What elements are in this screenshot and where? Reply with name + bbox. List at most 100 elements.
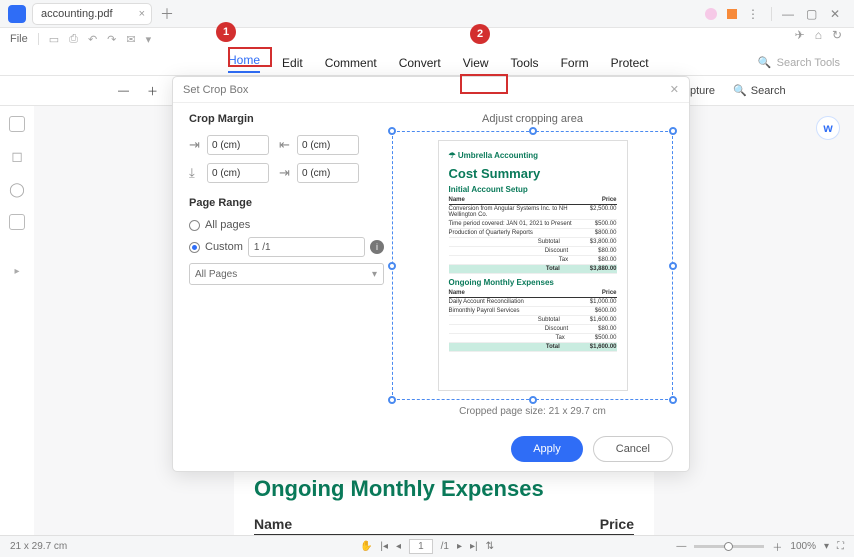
app-icon [8, 5, 26, 23]
maximize-button[interactable]: ▢ [806, 7, 820, 21]
dialog-title: Set Crop Box [183, 84, 248, 96]
margin-right-input[interactable]: 0 (cm) [297, 163, 359, 183]
pages-select[interactable]: All Pages [189, 263, 384, 285]
expand-sidebar-icon[interactable]: ▸ [14, 266, 19, 277]
custom-range-input[interactable]: 1 /1 [248, 237, 365, 257]
page-dims: 21 x 29.7 cm [10, 541, 67, 552]
margin-left-icon: ⇤ [279, 137, 293, 153]
menu-edit[interactable]: Edit [282, 56, 303, 70]
word-float-icon[interactable]: w [816, 116, 840, 140]
col-name: Name [254, 516, 292, 532]
menu-convert[interactable]: Convert [399, 56, 441, 70]
page-range-heading: Page Range [189, 197, 384, 209]
close-window-button[interactable]: ✕ [830, 7, 844, 21]
margin-bottom-icon: ⤓ [189, 165, 203, 181]
quick-access-bar: File ▭ ⎙ ↶ ↷ ✉ ▾ [0, 28, 854, 50]
crop-handle-tr[interactable] [669, 127, 677, 135]
scroll-mode-icon[interactable]: ⇅ [486, 541, 494, 552]
next-page-icon[interactable]: ▸ [457, 541, 462, 552]
crop-handle-mr[interactable] [669, 262, 677, 270]
redo-icon[interactable]: ↷ [107, 33, 116, 46]
file-menu[interactable]: File [10, 33, 28, 45]
left-sidebar: ◻ ◯ ▸ [0, 106, 34, 230]
crop-handle-bl[interactable] [388, 396, 396, 404]
comment-panel-icon[interactable]: ◯ [9, 181, 25, 198]
apply-button[interactable]: Apply [511, 436, 583, 462]
menu-tools[interactable]: Tools [511, 56, 539, 70]
preview-sec1: Initial Account Setup [449, 185, 617, 194]
notification-icon[interactable] [727, 9, 737, 19]
last-page-icon[interactable]: ▸| [470, 541, 478, 552]
menu-comment[interactable]: Comment [325, 56, 377, 70]
crop-handle-ml[interactable] [388, 262, 396, 270]
titlebar: accounting.pdf × ＋ ⋮ — ▢ ✕ [0, 0, 854, 28]
radio-custom[interactable]: Custom 1 /1 i [189, 237, 384, 257]
menu-view[interactable]: View [463, 56, 489, 70]
page-number-input[interactable]: 1 [409, 539, 433, 554]
crop-handle-tm[interactable] [529, 127, 537, 135]
crop-handle-bm[interactable] [529, 396, 537, 404]
crop-margin-heading: Crop Margin [189, 113, 384, 125]
dropdown-icon[interactable]: ▾ [146, 33, 152, 46]
preview-page: ☂ Umbrella Accounting Cost Summary Initi… [438, 140, 628, 391]
page-total: /1 [441, 541, 449, 552]
menu-bar: Home Edit Comment Convert View Tools For… [0, 50, 854, 76]
cropped-size-label: Cropped page size: 21 x 29.7 cm [392, 406, 673, 417]
tab-filename: accounting.pdf [41, 8, 113, 20]
zoom-value: 100% [790, 541, 816, 552]
zoom-dropdown-icon[interactable]: ▾ [824, 541, 829, 552]
minimize-button[interactable]: — [782, 7, 796, 21]
cancel-button[interactable]: Cancel [593, 436, 673, 462]
dialog-close-button[interactable]: ✕ [670, 83, 679, 96]
margin-bottom-input[interactable]: 0 (cm) [207, 163, 269, 183]
zoom-out-button[interactable]: — [114, 83, 133, 99]
prev-page-icon[interactable]: ◂ [396, 541, 401, 552]
adjust-area-label: Adjust cropping area [392, 113, 673, 125]
crop-frame[interactable]: ☂ Umbrella Accounting Cost Summary Initi… [392, 131, 673, 400]
info-icon[interactable]: i [370, 240, 384, 254]
zoom-out-status[interactable]: — [676, 541, 686, 552]
crop-handle-br[interactable] [669, 396, 677, 404]
attachments-icon[interactable] [9, 214, 25, 230]
preview-sec2: Ongoing Monthly Expenses [449, 278, 617, 287]
status-bar: 21 x 29.7 cm ✋ |◂ ◂ 1 /1 ▸ ▸| ⇅ — ＋ 100%… [0, 535, 854, 557]
margin-top-icon: ⇥ [189, 137, 203, 153]
margin-top-input[interactable]: 0 (cm) [207, 135, 269, 155]
hand-nav-icon[interactable]: ✋ [360, 541, 372, 552]
save-icon[interactable]: ▭ [49, 33, 59, 46]
thumbnails-icon[interactable] [9, 116, 25, 132]
bookmark-icon[interactable]: ◻ [11, 148, 23, 165]
undo-icon[interactable]: ↶ [88, 33, 97, 46]
radio-all-pages[interactable]: All pages [189, 219, 384, 231]
margin-right-icon: ⇥ [279, 165, 293, 181]
first-page-icon[interactable]: |◂ [380, 541, 388, 552]
search-tools[interactable]: 🔍 Search Tools [758, 56, 840, 69]
sync-icon[interactable]: ↻ [832, 28, 842, 42]
search-button[interactable]: 🔍 Search [729, 82, 790, 99]
profile-icon[interactable] [705, 8, 717, 20]
zoom-in-button[interactable]: ＋ [143, 81, 162, 101]
send-icon[interactable]: ✈ [795, 28, 805, 42]
preview-title: Cost Summary [449, 166, 617, 181]
col-price: Price [600, 516, 634, 532]
margin-left-input[interactable]: 0 (cm) [297, 135, 359, 155]
menu-home[interactable]: Home [228, 53, 260, 73]
close-tab-icon[interactable]: × [139, 8, 145, 20]
mail-icon[interactable]: ✉ [126, 33, 135, 46]
zoom-slider[interactable] [694, 545, 764, 548]
more-icon[interactable]: ⋮ [747, 7, 761, 21]
page-heading: Ongoing Monthly Expenses [254, 476, 634, 502]
menu-protect[interactable]: Protect [611, 56, 649, 70]
callout-1: 1 [216, 22, 236, 42]
print-icon[interactable]: ⎙ [69, 33, 78, 46]
new-tab-button[interactable]: ＋ [160, 4, 174, 24]
search-icon: 🔍 [758, 56, 772, 69]
cloud-icon[interactable]: ⌂ [815, 28, 822, 42]
menu-form[interactable]: Form [561, 56, 589, 70]
fit-page-icon[interactable]: ⛶ [837, 541, 844, 552]
crop-dialog: Set Crop Box ✕ Crop Margin ⇥0 (cm) ⇤0 (c… [172, 76, 690, 472]
zoom-in-status[interactable]: ＋ [772, 539, 782, 554]
document-tab[interactable]: accounting.pdf × [32, 3, 152, 25]
preview-brand: ☂ Umbrella Accounting [449, 151, 617, 160]
crop-handle-tl[interactable] [388, 127, 396, 135]
